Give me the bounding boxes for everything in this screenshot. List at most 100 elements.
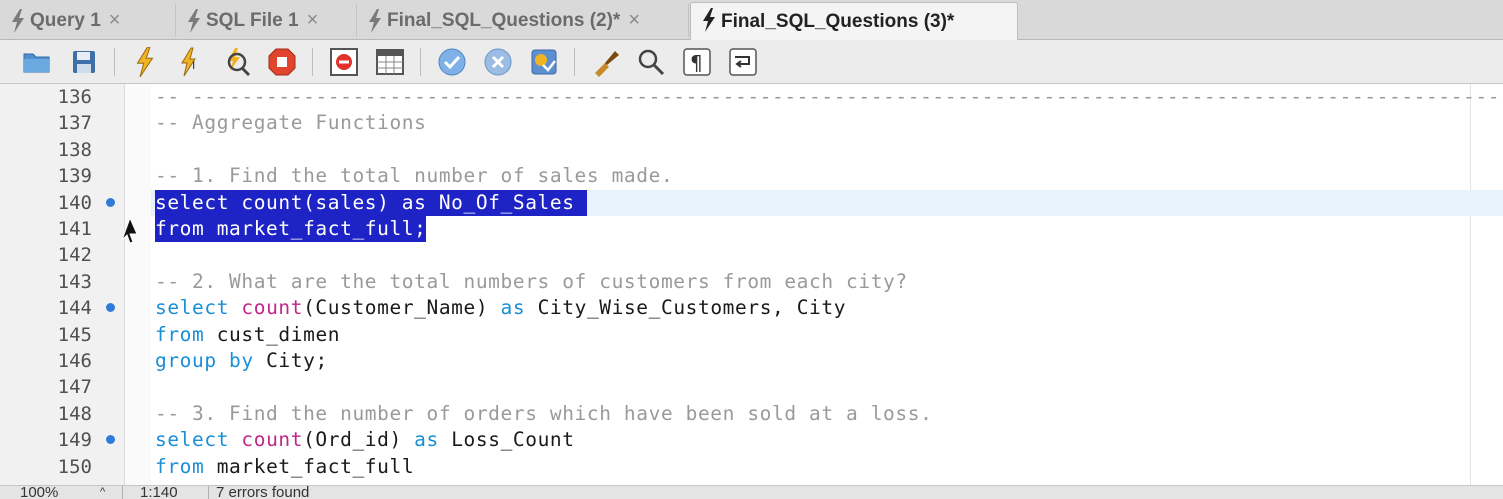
selected-code: from market_fact_full; xyxy=(155,216,427,242)
status-divider xyxy=(122,486,123,499)
tab-final-sql-questions-3[interactable]: Final_SQL_Questions (3)* xyxy=(690,2,1018,40)
comment-text: -- 1. Find the total number of sales mad… xyxy=(155,164,674,188)
code-line: 142 xyxy=(0,242,1503,268)
tab-label: Final_SQL_Questions (3)* xyxy=(721,10,955,32)
zoom-level[interactable]: 100% xyxy=(20,484,58,499)
sql-function: count xyxy=(241,428,304,452)
code-line: 147 xyxy=(0,374,1503,400)
comment-text: -- -------------------------------------… xyxy=(155,85,1503,108)
selected-code: select count(sales) as No_Of_Sales xyxy=(155,189,587,216)
line-number: 137 xyxy=(57,112,92,135)
sql-keyword: as xyxy=(414,428,439,452)
tab-label: SQL File 1 xyxy=(206,9,299,31)
line-number: 140 xyxy=(57,191,92,214)
status-divider xyxy=(208,486,209,499)
explain-icon[interactable] xyxy=(219,45,253,79)
code-line: 143 -- 2. What are the total numbers of … xyxy=(0,269,1503,295)
line-number: 136 xyxy=(57,86,92,108)
svg-text:¶: ¶ xyxy=(690,51,703,75)
toolbar-separator xyxy=(114,48,115,76)
code-fragment: cust_dimen xyxy=(216,322,341,346)
line-number: 145 xyxy=(57,323,92,346)
save-icon[interactable] xyxy=(67,45,101,79)
code-fragment: City; xyxy=(266,349,328,372)
code-text: from market_fact_full xyxy=(155,454,414,480)
commit-icon[interactable] xyxy=(435,45,469,79)
code-line: 141 from market_fact_full; xyxy=(0,216,1503,244)
sql-keyword: as xyxy=(500,296,526,320)
cursor-position: 1:140 xyxy=(140,484,178,499)
beautify-icon[interactable] xyxy=(589,45,623,79)
lightning-icon xyxy=(12,9,24,33)
line-number: 147 xyxy=(57,376,92,399)
code-line: 146 group by City; xyxy=(0,348,1503,374)
toggle-results-icon[interactable] xyxy=(373,45,407,79)
editor-tab-bar: Query 1 × SQL File 1 × Final_SQL_Questio… xyxy=(0,0,1503,40)
code-line: 138 xyxy=(0,137,1503,163)
comment-text: -- 2. What are the total numbers of cust… xyxy=(155,269,908,293)
svg-text:I: I xyxy=(192,59,195,72)
line-number: 146 xyxy=(57,350,92,372)
toolbar-separator xyxy=(312,48,313,76)
invisibles-icon[interactable]: ¶ xyxy=(680,45,714,79)
code-text: from cust_dimen xyxy=(155,322,340,348)
code-line: 149 select count(Ord_id) as Loss_Count xyxy=(0,427,1503,453)
line-number: 148 xyxy=(57,402,92,425)
code-text: group by City; xyxy=(155,348,328,374)
code-line: 144 select count(Customer_Name) as City_… xyxy=(0,295,1503,321)
tab-sql-file-1[interactable]: SQL File 1 × xyxy=(176,4,357,37)
code-line: 145 from cust_dimen xyxy=(0,322,1503,348)
statement-marker-icon xyxy=(106,303,115,313)
close-icon[interactable]: × xyxy=(109,9,121,32)
wrap-icon[interactable] xyxy=(726,45,760,79)
line-number: 144 xyxy=(57,297,92,320)
sql-editor[interactable]: 136 -- ---------------------------------… xyxy=(0,84,1503,485)
line-number: 143 xyxy=(57,270,92,293)
open-folder-icon[interactable] xyxy=(20,45,54,79)
close-icon[interactable]: × xyxy=(628,9,640,32)
code-text: select count(Customer_Name) as City_Wise… xyxy=(155,295,846,321)
code-fragment: market_fact_full xyxy=(216,454,415,478)
lightning-icon xyxy=(369,9,381,33)
code-fragment: City_Wise_Customers, City xyxy=(537,296,847,320)
sql-keyword: from xyxy=(155,454,205,478)
sql-keyword: select xyxy=(155,428,230,452)
tab-final-sql-questions-2[interactable]: Final_SQL_Questions (2)* × xyxy=(357,4,689,37)
lightning-icon xyxy=(188,9,200,33)
toggle-error-icon[interactable] xyxy=(327,45,361,79)
status-bar: 100% ^ 1:140 7 errors found xyxy=(0,484,1503,499)
toolbar-separator xyxy=(420,48,421,76)
line-number: 138 xyxy=(57,138,92,161)
code-line: 150 from market_fact_full xyxy=(0,454,1503,480)
chevron-up-icon[interactable]: ^ xyxy=(100,486,105,498)
sql-keyword: group by xyxy=(155,349,254,372)
statement-marker-icon xyxy=(106,435,115,445)
code-fragment: Loss_Count xyxy=(451,428,575,452)
line-number: 141 xyxy=(57,218,92,240)
tab-label: Final_SQL_Questions (2)* xyxy=(387,9,621,31)
close-icon[interactable]: × xyxy=(307,9,319,32)
lightning-icon xyxy=(703,8,715,32)
statement-marker-icon xyxy=(106,197,115,207)
comment-text: -- Aggregate Functions xyxy=(155,111,427,135)
sql-function: count xyxy=(241,296,304,320)
toolbar-separator xyxy=(574,48,575,76)
code-line: 136 -- ---------------------------------… xyxy=(0,84,1503,110)
execute-icon[interactable] xyxy=(128,45,162,79)
line-number: 150 xyxy=(57,455,92,478)
autocommit-icon[interactable] xyxy=(527,45,561,79)
find-icon[interactable] xyxy=(634,45,668,79)
rollback-icon[interactable] xyxy=(481,45,515,79)
line-number: 142 xyxy=(57,244,92,267)
error-count[interactable]: 7 errors found xyxy=(216,484,309,499)
code-line: 140 select count(sales) as No_Of_Sales xyxy=(0,189,1503,216)
line-number: 149 xyxy=(57,429,92,452)
tab-label: Query 1 xyxy=(30,9,101,31)
code-line: 139 -- 1. Find the total number of sales… xyxy=(0,163,1503,189)
tab-query-1[interactable]: Query 1 × xyxy=(0,4,176,37)
code-text: select count(Ord_id) as Loss_Count xyxy=(155,427,575,453)
stop-icon[interactable] xyxy=(265,45,299,79)
code-fragment: (Customer_Name) xyxy=(303,296,489,320)
execute-current-icon[interactable]: I xyxy=(173,45,207,79)
sql-toolbar: I ¶ xyxy=(0,40,1503,84)
